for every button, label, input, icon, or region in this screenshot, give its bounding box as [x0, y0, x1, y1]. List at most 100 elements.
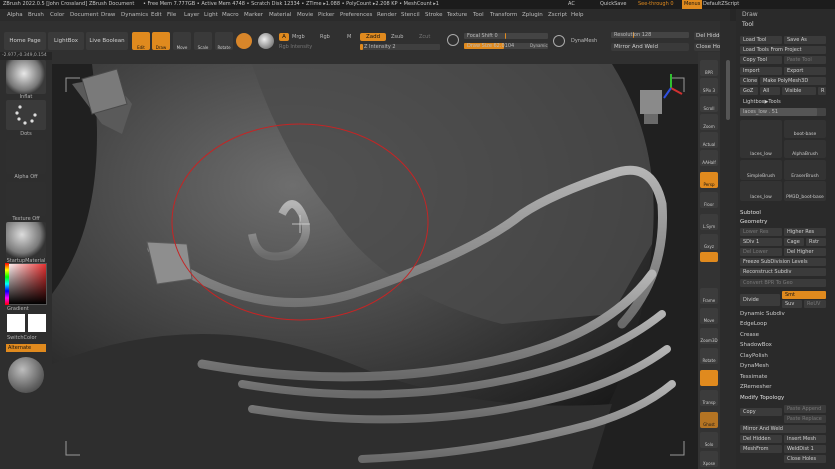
tool-thumb-pm3d-boot-base[interactable]: PM3D_boot-base [784, 181, 826, 201]
goz-r-button[interactable]: R [818, 87, 826, 95]
floor-icon[interactable]: Floor [700, 192, 718, 208]
actual-size-icon[interactable]: Actual [700, 132, 718, 148]
perspective-icon[interactable]: Persp [700, 172, 718, 188]
zsub-toggle[interactable]: Zsub [391, 34, 403, 40]
zoom-icon[interactable]: Zoom [700, 114, 718, 130]
tool-thumb-laces-low-2[interactable]: laces_low [740, 181, 782, 201]
dynamesh-icon[interactable] [553, 35, 565, 47]
default-zscript-button[interactable]: DefaultZScript [703, 0, 739, 9]
menu-dynamics[interactable]: Dynamics [121, 9, 148, 21]
live-boolean-button[interactable]: Live Boolean [86, 32, 128, 50]
tessimate-section[interactable]: Tessimate [740, 374, 767, 380]
menu-texture[interactable]: Texture [447, 9, 467, 21]
freeze-subdivision-button[interactable]: Freeze SubDivision Levels [740, 258, 826, 266]
menu-alpha[interactable]: Alpha [7, 9, 23, 21]
del-higher-button[interactable]: Del Higher [784, 248, 826, 256]
menu-material[interactable]: Material [269, 9, 291, 21]
rotate-view-icon[interactable]: Rotate [700, 348, 718, 364]
xpose-icon[interactable]: Xpose [700, 451, 718, 467]
alternate-button[interactable]: Alternate [6, 344, 46, 352]
import-button[interactable]: Import [740, 67, 782, 75]
ac-button[interactable]: AC [568, 0, 575, 9]
move-mode-button[interactable]: Move [173, 32, 191, 50]
menu-marker[interactable]: Marker [244, 9, 263, 21]
menu-stencil[interactable]: Stencil [401, 9, 420, 21]
polyframe-icon[interactable] [700, 370, 718, 386]
menu-stroke[interactable]: Stroke [425, 9, 443, 21]
smt-toggle[interactable]: Smt [782, 291, 826, 299]
brush-inflat-icon[interactable] [6, 60, 46, 94]
menu-layer[interactable]: Layer [184, 9, 199, 21]
menu-zplugin[interactable]: Zplugin [522, 9, 543, 21]
dynamic-subdiv-section[interactable]: Dynamic Subdiv [740, 311, 785, 317]
del-hidden-button[interactable]: Del Hidden [740, 435, 782, 443]
move-view-icon[interactable]: Move [700, 308, 718, 324]
copy-button[interactable]: Copy [740, 408, 782, 416]
edit-mode-button[interactable]: Edit [132, 32, 150, 50]
goz-visible-button[interactable]: Visible [782, 87, 816, 95]
bpr-render-icon[interactable]: BPR [700, 60, 718, 76]
canvas-viewport[interactable] [52, 64, 698, 469]
tool-palette-title[interactable]: Tool [742, 21, 754, 28]
aahalf-icon[interactable]: AAHalf [700, 150, 718, 166]
menu-macro[interactable]: Macro [222, 9, 239, 21]
menu-picker[interactable]: Picker [318, 9, 334, 21]
quicksave-button[interactable]: QuickSave [600, 0, 626, 9]
local-symmetry-icon[interactable]: L.Sym [700, 214, 718, 230]
material-swatch-icon[interactable] [236, 33, 252, 49]
export-button[interactable]: Export [784, 67, 826, 75]
palette-scrollbar-thumb[interactable] [726, 60, 730, 120]
close-holes-panel-button[interactable]: Close Holes [784, 455, 826, 463]
scroll-icon[interactable]: Scroll [700, 96, 718, 112]
dynamesh-section[interactable]: DynaMesh [740, 363, 769, 369]
rotate-mode-button[interactable]: Rotate [215, 32, 233, 50]
menu-light[interactable]: Light [204, 9, 218, 21]
paste-tool-button[interactable]: Paste Tool [784, 56, 826, 64]
menu-tool[interactable]: Tool [473, 9, 484, 21]
menu-file[interactable]: File [167, 9, 176, 21]
see-through-slider[interactable]: See-through 0 [638, 0, 674, 9]
draw-palette-tab[interactable]: Draw [742, 11, 758, 18]
save-as-button[interactable]: Save As [784, 36, 826, 44]
menu-transform[interactable]: Transform [490, 9, 517, 21]
secondary-color-swatch[interactable] [28, 314, 46, 332]
a-toggle[interactable]: A [279, 33, 289, 41]
menu-zscript[interactable]: Zscript [548, 9, 567, 21]
cage-button[interactable]: Cage [784, 238, 804, 246]
lightbox-button[interactable]: LightBox [48, 32, 84, 50]
meshfrom-slider[interactable]: MeshFrom [740, 445, 782, 453]
claypolish-section[interactable]: ClayPolish [740, 353, 768, 359]
insert-mesh-button[interactable]: Insert Mesh [784, 435, 826, 443]
goz-button[interactable]: GoZ [740, 87, 758, 95]
home-page-button[interactable]: Home Page [4, 32, 46, 50]
paste-replace-button[interactable]: Paste Replace [784, 415, 826, 423]
texture-sphere-icon[interactable] [258, 33, 274, 49]
convert-bpr-button[interactable]: Convert BPR To Geo [740, 279, 826, 287]
welddist-slider[interactable]: WeldDist 1 [784, 445, 826, 453]
zremesher-section[interactable]: ZRemesher [740, 384, 771, 390]
goz-all-button[interactable]: All [760, 87, 780, 95]
ghost-icon[interactable]: Ghost [700, 412, 718, 428]
reconstruct-subdiv-button[interactable]: Reconstruct Subdiv [740, 268, 826, 276]
subtool-section[interactable]: Subtool [740, 210, 761, 216]
reuv-toggle[interactable]: ReUV [804, 300, 826, 308]
clone-button[interactable]: Clone [740, 77, 758, 85]
dynamic-toggle[interactable]: Dynamic [530, 43, 548, 48]
menu-edit[interactable]: Edit [151, 9, 162, 21]
tool-thumb-laces-low[interactable]: laces_low [740, 120, 782, 158]
crease-section[interactable]: Crease [740, 332, 759, 338]
suv-toggle[interactable]: Suv [782, 300, 802, 308]
modify-topology-section[interactable]: Modify Topology [740, 395, 784, 401]
menu-brush[interactable]: Brush [28, 9, 44, 21]
stroke-dots-icon[interactable] [6, 100, 46, 130]
rgb-toggle[interactable]: Rgb [320, 34, 330, 40]
xyz-rotate-icon[interactable]: Gxyz [700, 234, 718, 250]
menu-preferences[interactable]: Preferences [340, 9, 372, 21]
load-tool-button[interactable]: Load Tool [740, 36, 782, 44]
texture-off-icon[interactable] [6, 182, 46, 216]
hue-strip[interactable] [5, 263, 9, 305]
menu-movie[interactable]: Movie [297, 9, 313, 21]
menu-render[interactable]: Render [377, 9, 397, 21]
switchcolor-button[interactable]: SwitchColor [0, 335, 52, 341]
menus-button[interactable]: Menus [682, 0, 703, 9]
